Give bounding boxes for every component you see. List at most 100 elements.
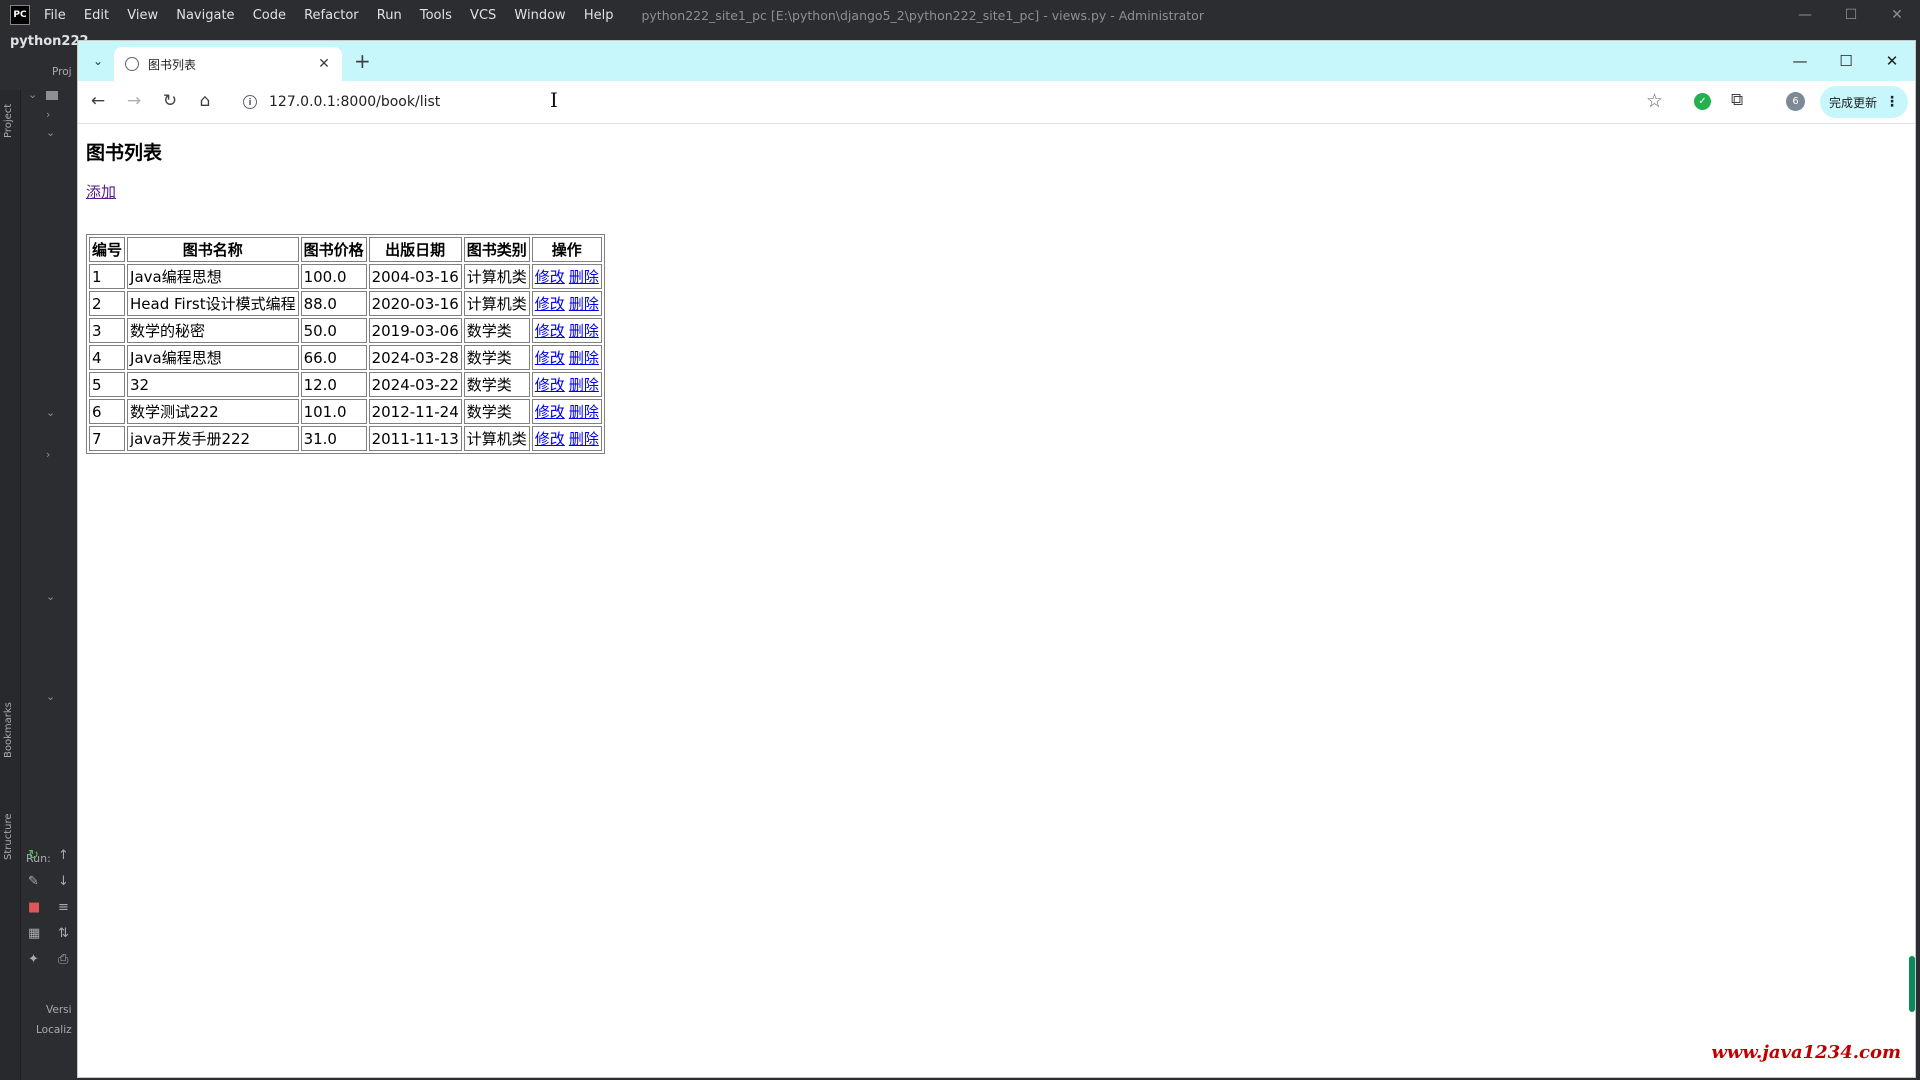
cell-id: 6 [89, 399, 126, 424]
menu-help[interactable]: Help [584, 8, 614, 23]
cell-price: 88.0 [300, 291, 367, 316]
edit-link[interactable]: 修改 [535, 268, 565, 286]
pin-icon[interactable]: ✦ [28, 952, 39, 967]
menu-vcs[interactable]: VCS [470, 8, 496, 23]
table-header-row: 编号 图书名称 图书价格 出版日期 图书类别 操作 [89, 237, 602, 262]
ide-menubar: File Edit View Navigate Code Refactor Ru… [44, 8, 627, 23]
delete-link[interactable]: 删除 [569, 349, 599, 367]
edit-link[interactable]: 修改 [535, 295, 565, 313]
sort-icon[interactable]: ⇅ [58, 926, 69, 941]
ide-maximize-icon[interactable]: ☐ [1828, 0, 1874, 30]
menu-file[interactable]: File [44, 8, 66, 23]
cell-date: 2004-03-16 [368, 264, 462, 289]
page-content: 图书列表 添加 编号 图书名称 图书价格 出版日期 图书类别 操作 1 Java编… [78, 124, 1915, 1074]
tree-expand-icon[interactable]: ⌄ [28, 88, 37, 101]
delete-link[interactable]: 删除 [569, 376, 599, 394]
tree-expand-icon[interactable]: ⌄ [46, 690, 55, 703]
tab-strip: ⌄ 图书列表 ✕ + — ☐ ✕ [78, 41, 1915, 81]
tree-expand-icon[interactable]: ⌄ [46, 406, 55, 419]
cell-actions: 修改 删除 [531, 426, 602, 451]
home-icon[interactable]: ⌂ [193, 91, 217, 111]
project-tool-label[interactable]: Project [3, 104, 14, 138]
update-button[interactable]: 完成更新 ⋮ [1820, 86, 1908, 118]
menu-tools[interactable]: Tools [420, 8, 452, 23]
edit-link[interactable]: 修改 [535, 349, 565, 367]
cell-category: 计算机类 [463, 426, 530, 451]
forward-icon[interactable]: → [122, 91, 146, 111]
reload-icon[interactable]: ↻ [158, 91, 182, 111]
cell-price: 101.0 [300, 399, 367, 424]
soft-wrap-icon[interactable]: ≡ [58, 900, 69, 915]
menu-navigate[interactable]: Navigate [176, 8, 234, 23]
more-menu-icon[interactable]: ⋮ [1885, 94, 1899, 110]
menu-refactor[interactable]: Refactor [304, 8, 359, 23]
menu-run[interactable]: Run [377, 8, 402, 23]
url-text[interactable]: 127.0.0.1:8000/book/list [269, 94, 440, 110]
menu-window[interactable]: Window [514, 8, 565, 23]
version-control-label[interactable]: Versi [46, 1004, 72, 1016]
local-changes-label[interactable]: Localiz [36, 1024, 72, 1036]
site-info-icon[interactable]: i [243, 95, 257, 109]
stop-icon[interactable]: ■ [28, 900, 40, 915]
address-bar[interactable]: i 127.0.0.1:8000/book/list [233, 86, 1548, 118]
cell-category: 数学类 [463, 399, 530, 424]
new-tab-icon[interactable]: + [354, 50, 371, 72]
scrollbar-thumb[interactable] [1909, 956, 1915, 1012]
extensions-puzzle-icon[interactable]: ⧉ [1731, 90, 1743, 110]
ide-minimize-icon[interactable]: — [1782, 0, 1828, 30]
cell-date: 2019-03-06 [368, 318, 462, 343]
add-book-link[interactable]: 添加 [86, 181, 116, 202]
project-tab-label[interactable]: Proj [52, 66, 72, 78]
tab-close-icon[interactable]: ✕ [314, 56, 334, 72]
page-title: 图书列表 [86, 142, 163, 164]
table-row: 4 Java编程思想 66.0 2024-03-28 数学类 修改 删除 [89, 345, 602, 370]
profile-avatar-icon[interactable]: 6 [1786, 92, 1805, 111]
cell-actions: 修改 删除 [531, 372, 602, 397]
tree-expand-icon[interactable]: ⌄ [46, 590, 55, 603]
tab-book-list[interactable]: 图书列表 ✕ [114, 47, 342, 81]
bookmarks-tool-label[interactable]: Bookmarks [3, 702, 14, 758]
wrench-icon[interactable]: ✎ [28, 874, 39, 889]
ide-left-panel: python222 Project Bookmarks Structure Pr… [0, 30, 89, 1080]
extension-shield-icon[interactable]: ✓ [1694, 93, 1711, 110]
menu-edit[interactable]: Edit [84, 8, 109, 23]
cell-actions: 修改 删除 [531, 399, 602, 424]
cell-id: 2 [89, 291, 126, 316]
table-row: 1 Java编程思想 100.0 2004-03-16 计算机类 修改 删除 [89, 264, 602, 289]
back-icon[interactable]: ← [86, 91, 110, 111]
delete-link[interactable]: 删除 [569, 403, 599, 421]
ide-close-icon[interactable]: ✕ [1874, 0, 1920, 30]
print-icon[interactable]: ⎙ [58, 952, 68, 967]
delete-link[interactable]: 删除 [569, 322, 599, 340]
structure-tool-label[interactable]: Structure [3, 813, 14, 860]
tab-search-icon[interactable]: ⌄ [86, 49, 110, 73]
column-header: 图书类别 [463, 237, 530, 262]
browser-close-icon[interactable]: ✕ [1869, 41, 1915, 81]
tree-expand-icon[interactable]: ⌄ [46, 126, 55, 139]
cell-date: 2020-03-16 [368, 291, 462, 316]
bookmark-star-icon[interactable]: ☆ [1646, 90, 1663, 112]
delete-link[interactable]: 删除 [569, 430, 599, 448]
up-arrow-icon[interactable]: ↑ [58, 848, 69, 863]
tree-expand-icon[interactable]: › [46, 108, 50, 121]
edit-link[interactable]: 修改 [535, 376, 565, 394]
column-header: 操作 [531, 237, 602, 262]
delete-link[interactable]: 删除 [569, 295, 599, 313]
tree-expand-icon[interactable]: › [46, 448, 50, 461]
delete-link[interactable]: 删除 [569, 268, 599, 286]
menu-code[interactable]: Code [253, 8, 286, 23]
edit-link[interactable]: 修改 [535, 403, 565, 421]
rerun-icon[interactable]: ↻ [28, 848, 39, 863]
browser-maximize-icon[interactable]: ☐ [1823, 41, 1869, 81]
down-arrow-icon[interactable]: ↓ [58, 874, 69, 889]
cell-id: 7 [89, 426, 126, 451]
text-cursor-icon: I [550, 88, 558, 112]
cell-actions: 修改 删除 [531, 264, 602, 289]
cell-id: 5 [89, 372, 126, 397]
layout-icon[interactable]: ▦ [28, 926, 40, 941]
edit-link[interactable]: 修改 [535, 430, 565, 448]
menu-view[interactable]: View [127, 8, 158, 23]
edit-link[interactable]: 修改 [535, 322, 565, 340]
browser-minimize-icon[interactable]: — [1777, 41, 1823, 81]
cell-name: java开发手册222 [127, 426, 299, 451]
